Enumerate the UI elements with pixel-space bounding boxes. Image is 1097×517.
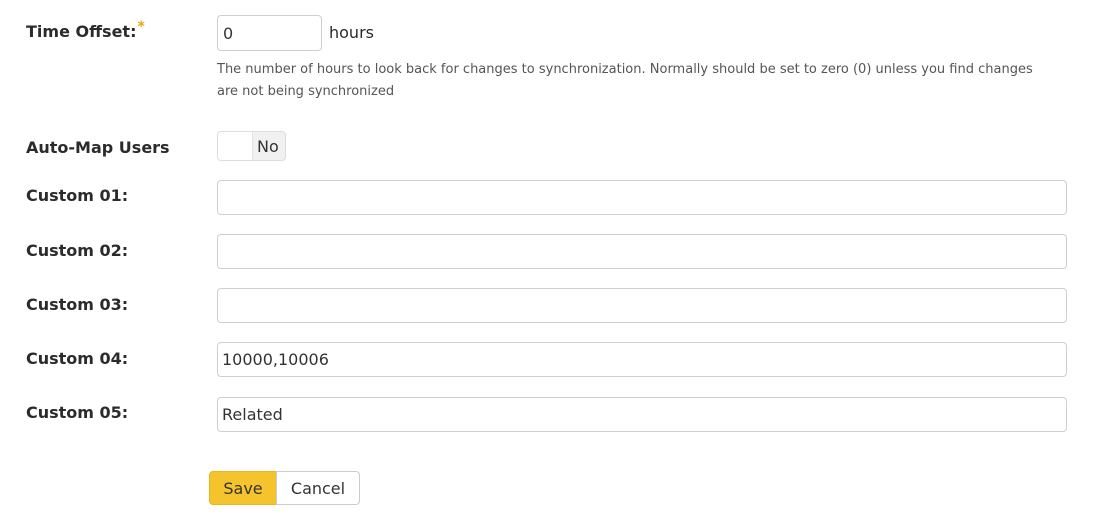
auto-map-users-toggle[interactable]: No [217, 131, 286, 161]
custom-02-input[interactable] [217, 234, 1067, 269]
toggle-knob [218, 132, 253, 160]
custom-03-input[interactable] [217, 288, 1067, 323]
custom-04-input[interactable] [217, 342, 1067, 377]
custom-01-input[interactable] [217, 180, 1067, 215]
cancel-button[interactable]: Cancel [276, 471, 360, 505]
time-offset-unit: hours [329, 23, 374, 42]
save-button[interactable]: Save [209, 471, 277, 505]
time-offset-help-text: The number of hours to look back for cha… [217, 62, 1033, 99]
time-offset-label: Time Offset:* [26, 19, 145, 41]
custom-02-label: Custom 02: [26, 241, 129, 260]
custom-05-label: Custom 05: [26, 403, 129, 422]
custom-03-label: Custom 03: [26, 295, 129, 314]
time-offset-label-text: Time Offset: [26, 22, 137, 41]
custom-04-label: Custom 04: [26, 349, 129, 368]
toggle-state-text: No [257, 137, 279, 156]
time-offset-input[interactable] [217, 15, 322, 51]
custom-05-input[interactable] [217, 397, 1067, 432]
auto-map-users-label: Auto-Map Users [26, 138, 170, 157]
required-star-icon: * [137, 19, 145, 35]
custom-01-label: Custom 01: [26, 186, 129, 205]
